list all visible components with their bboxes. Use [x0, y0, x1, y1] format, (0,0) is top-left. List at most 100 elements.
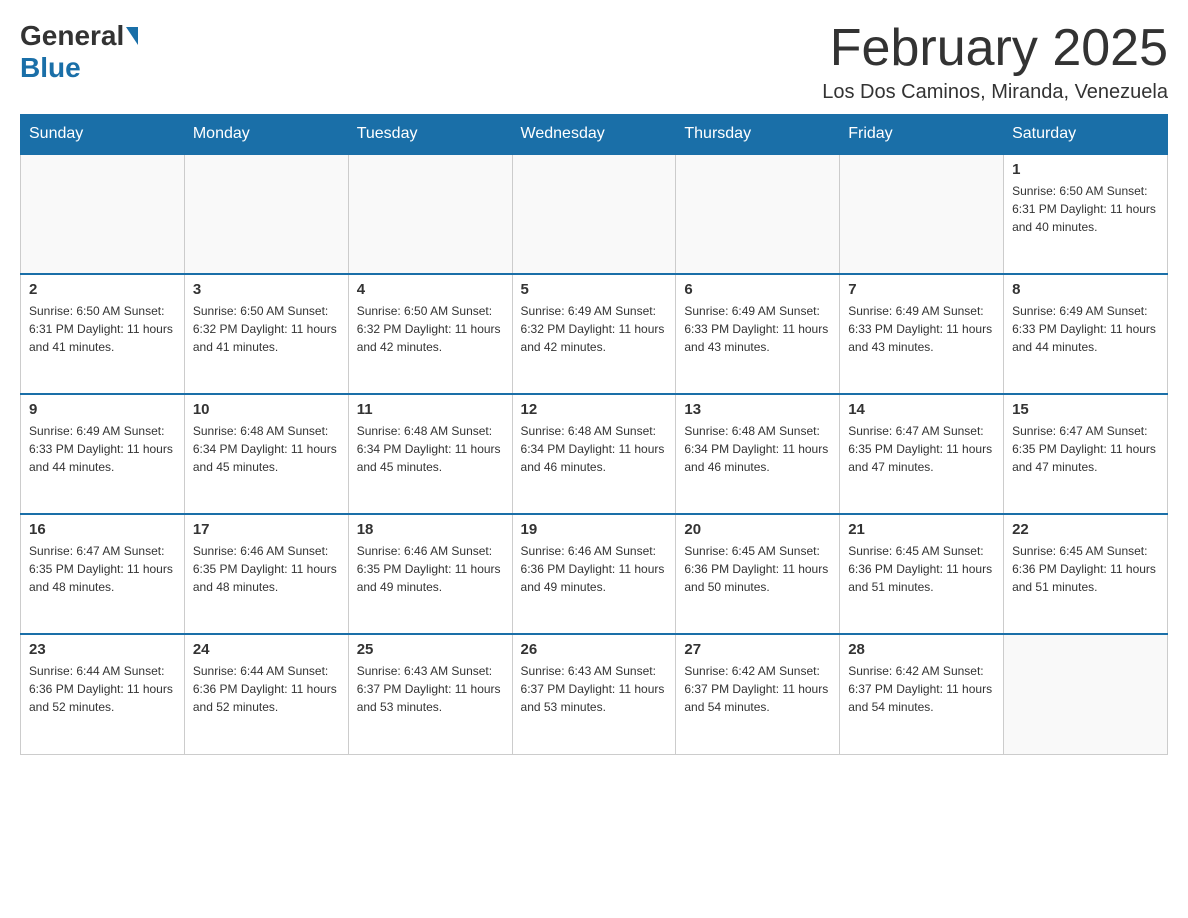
day-info: Sunrise: 6:47 AM Sunset: 6:35 PM Dayligh…	[29, 542, 176, 596]
page-header: General Blue February 2025 Los Dos Camin…	[20, 20, 1168, 104]
logo-arrow-icon	[126, 27, 138, 45]
day-info: Sunrise: 6:50 AM Sunset: 6:31 PM Dayligh…	[1012, 182, 1159, 236]
day-info: Sunrise: 6:49 AM Sunset: 6:33 PM Dayligh…	[29, 422, 176, 476]
day-cell: 27 Sunrise: 6:42 AM Sunset: 6:37 PM Dayli…	[676, 634, 840, 754]
day-info: Sunrise: 6:48 AM Sunset: 6:34 PM Dayligh…	[521, 422, 668, 476]
day-info: Sunrise: 6:45 AM Sunset: 6:36 PM Dayligh…	[684, 542, 831, 596]
day-number: 4	[357, 281, 504, 298]
day-number: 10	[193, 401, 340, 418]
week-row-2: 2 Sunrise: 6:50 AM Sunset: 6:31 PM Daylig…	[21, 274, 1168, 394]
day-cell: 13 Sunrise: 6:48 AM Sunset: 6:34 PM Dayli…	[676, 394, 840, 514]
day-cell: 17Sunrise: 6:46 AM Sunset: 6:35 PM Dayli…	[184, 514, 348, 634]
day-info: Sunrise: 6:50 AM Sunset: 6:32 PM Dayligh…	[193, 302, 340, 356]
day-info: Sunrise: 6:44 AM Sunset: 6:36 PM Dayligh…	[29, 662, 176, 716]
day-number: 25	[357, 641, 504, 658]
day-number: 1	[1012, 161, 1159, 178]
week-row-4: 16Sunrise: 6:47 AM Sunset: 6:35 PM Dayli…	[21, 514, 1168, 634]
day-info: Sunrise: 6:46 AM Sunset: 6:36 PM Dayligh…	[521, 542, 668, 596]
day-cell: 16Sunrise: 6:47 AM Sunset: 6:35 PM Dayli…	[21, 514, 185, 634]
logo-blue-text: Blue	[20, 52, 81, 84]
day-cell: 12 Sunrise: 6:48 AM Sunset: 6:34 PM Dayli…	[512, 394, 676, 514]
location-text: Los Dos Caminos, Miranda, Venezuela	[822, 81, 1168, 104]
day-number: 19	[521, 521, 668, 538]
day-number: 23	[29, 641, 176, 658]
day-cell	[21, 154, 185, 274]
day-number: 2	[29, 281, 176, 298]
day-cell: 10 Sunrise: 6:48 AM Sunset: 6:34 PM Dayli…	[184, 394, 348, 514]
day-cell: 11 Sunrise: 6:48 AM Sunset: 6:34 PM Dayli…	[348, 394, 512, 514]
day-number: 21	[848, 521, 995, 538]
weekday-header-thursday: Thursday	[676, 115, 840, 155]
day-info: Sunrise: 6:47 AM Sunset: 6:35 PM Dayligh…	[1012, 422, 1159, 476]
day-info: Sunrise: 6:50 AM Sunset: 6:32 PM Dayligh…	[357, 302, 504, 356]
day-cell: 23 Sunrise: 6:44 AM Sunset: 6:36 PM Dayli…	[21, 634, 185, 754]
day-number: 18	[357, 521, 504, 538]
day-info: Sunrise: 6:44 AM Sunset: 6:36 PM Dayligh…	[193, 662, 340, 716]
day-number: 3	[193, 281, 340, 298]
calendar-table: SundayMondayTuesdayWednesdayThursdayFrid…	[20, 114, 1168, 755]
day-number: 13	[684, 401, 831, 418]
day-cell: 20 Sunrise: 6:45 AM Sunset: 6:36 PM Dayli…	[676, 514, 840, 634]
day-cell: 2 Sunrise: 6:50 AM Sunset: 6:31 PM Daylig…	[21, 274, 185, 394]
day-number: 14	[848, 401, 995, 418]
title-block: February 2025 Los Dos Caminos, Miranda, …	[822, 20, 1168, 104]
weekday-header-friday: Friday	[840, 115, 1004, 155]
day-info: Sunrise: 6:42 AM Sunset: 6:37 PM Dayligh…	[684, 662, 831, 716]
day-number: 28	[848, 641, 995, 658]
weekday-header-row: SundayMondayTuesdayWednesdayThursdayFrid…	[21, 115, 1168, 155]
day-number: 5	[521, 281, 668, 298]
day-number: 22	[1012, 521, 1159, 538]
logo: General Blue	[20, 20, 140, 84]
weekday-header-sunday: Sunday	[21, 115, 185, 155]
day-cell: 6 Sunrise: 6:49 AM Sunset: 6:33 PM Daylig…	[676, 274, 840, 394]
weekday-header-wednesday: Wednesday	[512, 115, 676, 155]
day-info: Sunrise: 6:48 AM Sunset: 6:34 PM Dayligh…	[684, 422, 831, 476]
day-info: Sunrise: 6:49 AM Sunset: 6:33 PM Dayligh…	[848, 302, 995, 356]
day-cell: 22Sunrise: 6:45 AM Sunset: 6:36 PM Dayli…	[1004, 514, 1168, 634]
weekday-header-saturday: Saturday	[1004, 115, 1168, 155]
weekday-header-monday: Monday	[184, 115, 348, 155]
day-cell: 15Sunrise: 6:47 AM Sunset: 6:35 PM Dayli…	[1004, 394, 1168, 514]
day-cell: 1 Sunrise: 6:50 AM Sunset: 6:31 PM Daylig…	[1004, 154, 1168, 274]
day-info: Sunrise: 6:42 AM Sunset: 6:37 PM Dayligh…	[848, 662, 995, 716]
day-number: 17	[193, 521, 340, 538]
month-title: February 2025	[822, 20, 1168, 77]
day-cell: 26Sunrise: 6:43 AM Sunset: 6:37 PM Dayli…	[512, 634, 676, 754]
day-info: Sunrise: 6:45 AM Sunset: 6:36 PM Dayligh…	[848, 542, 995, 596]
day-cell: 7 Sunrise: 6:49 AM Sunset: 6:33 PM Daylig…	[840, 274, 1004, 394]
day-cell	[512, 154, 676, 274]
day-info: Sunrise: 6:49 AM Sunset: 6:32 PM Dayligh…	[521, 302, 668, 356]
day-number: 8	[1012, 281, 1159, 298]
day-number: 7	[848, 281, 995, 298]
week-row-5: 23 Sunrise: 6:44 AM Sunset: 6:36 PM Dayli…	[21, 634, 1168, 754]
day-info: Sunrise: 6:48 AM Sunset: 6:34 PM Dayligh…	[193, 422, 340, 476]
day-cell: 19 Sunrise: 6:46 AM Sunset: 6:36 PM Dayli…	[512, 514, 676, 634]
day-info: Sunrise: 6:49 AM Sunset: 6:33 PM Dayligh…	[1012, 302, 1159, 356]
day-cell	[676, 154, 840, 274]
day-info: Sunrise: 6:49 AM Sunset: 6:33 PM Dayligh…	[684, 302, 831, 356]
day-number: 6	[684, 281, 831, 298]
day-cell: 3 Sunrise: 6:50 AM Sunset: 6:32 PM Daylig…	[184, 274, 348, 394]
day-cell: 28 Sunrise: 6:42 AM Sunset: 6:37 PM Dayli…	[840, 634, 1004, 754]
day-number: 11	[357, 401, 504, 418]
day-number: 27	[684, 641, 831, 658]
day-info: Sunrise: 6:47 AM Sunset: 6:35 PM Dayligh…	[848, 422, 995, 476]
day-number: 20	[684, 521, 831, 538]
day-cell: 21 Sunrise: 6:45 AM Sunset: 6:36 PM Dayli…	[840, 514, 1004, 634]
day-cell: 18 Sunrise: 6:46 AM Sunset: 6:35 PM Dayli…	[348, 514, 512, 634]
day-info: Sunrise: 6:46 AM Sunset: 6:35 PM Dayligh…	[357, 542, 504, 596]
day-number: 9	[29, 401, 176, 418]
weekday-header-tuesday: Tuesday	[348, 115, 512, 155]
day-cell: 4 Sunrise: 6:50 AM Sunset: 6:32 PM Daylig…	[348, 274, 512, 394]
day-cell	[840, 154, 1004, 274]
day-info: Sunrise: 6:43 AM Sunset: 6:37 PM Dayligh…	[357, 662, 504, 716]
day-info: Sunrise: 6:50 AM Sunset: 6:31 PM Dayligh…	[29, 302, 176, 356]
day-cell: 9 Sunrise: 6:49 AM Sunset: 6:33 PM Daylig…	[21, 394, 185, 514]
day-number: 24	[193, 641, 340, 658]
day-cell: 25 Sunrise: 6:43 AM Sunset: 6:37 PM Dayli…	[348, 634, 512, 754]
day-number: 12	[521, 401, 668, 418]
day-cell	[348, 154, 512, 274]
day-info: Sunrise: 6:48 AM Sunset: 6:34 PM Dayligh…	[357, 422, 504, 476]
day-cell: 5 Sunrise: 6:49 AM Sunset: 6:32 PM Daylig…	[512, 274, 676, 394]
week-row-3: 9 Sunrise: 6:49 AM Sunset: 6:33 PM Daylig…	[21, 394, 1168, 514]
